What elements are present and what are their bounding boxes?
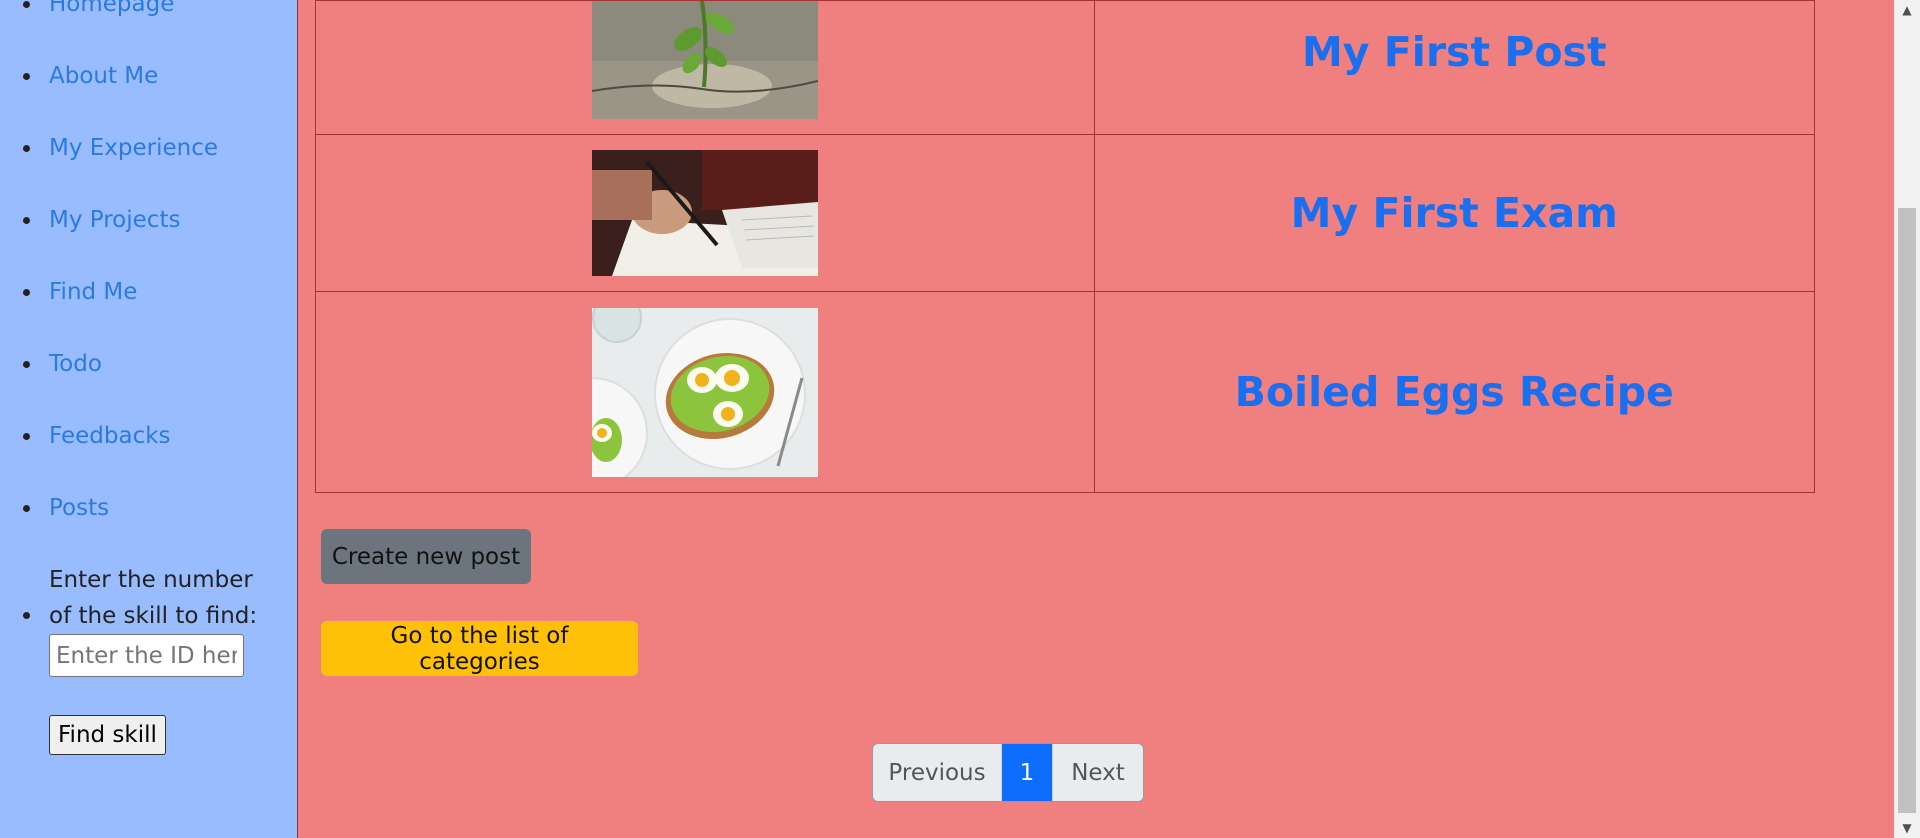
vertical-scrollbar[interactable]: ▲ ▼ (1894, 0, 1920, 838)
post-title-link[interactable]: Boiled Eggs Recipe (1235, 368, 1674, 416)
main-content: My First Post My First Exam Boiled Eggs … (298, 0, 1894, 838)
sidebar-link-posts[interactable]: Posts (49, 495, 109, 521)
categories-button[interactable]: Go to the list of categories (321, 621, 638, 676)
sidebar-nav: Homepage About Me My Experience My Proje… (0, 0, 298, 838)
pagination: Previous 1 Next (872, 743, 1144, 802)
post-image-cell (315, 291, 1095, 493)
post-title-link[interactable]: My First Post (1302, 28, 1607, 76)
sidebar-link-experience[interactable]: My Experience (49, 135, 218, 161)
scrollbar-thumb[interactable] (1898, 208, 1916, 813)
plant-sprout-image[interactable] (591, 0, 818, 119)
sidebar-link-feedbacks[interactable]: Feedbacks (49, 423, 171, 449)
sidebar-item-about: About Me (23, 58, 339, 130)
table-row: My First Exam (315, 134, 1816, 292)
posts-table: My First Post My First Exam Boiled Eggs … (315, 0, 1816, 493)
sidebar-item-feedbacks: Feedbacks (23, 418, 339, 490)
sidebar-item-homepage: Homepage (23, 0, 339, 58)
sidebar-item-find-me: Find Me (23, 274, 339, 346)
next-page-button[interactable]: Next (1052, 744, 1143, 801)
sidebar-link-homepage[interactable]: Homepage (49, 0, 174, 17)
skill-search-label: Enter the number of the skill to find: (49, 567, 258, 629)
page-1-button[interactable]: 1 (1002, 744, 1052, 801)
post-title-cell: My First Post (1093, 0, 1816, 135)
post-title-cell: My First Exam (1093, 134, 1816, 292)
post-title-cell: Boiled Eggs Recipe (1093, 291, 1816, 493)
create-post-button[interactable]: Create new post (321, 529, 531, 584)
sidebar-item-experience: My Experience (23, 130, 339, 202)
sidebar-link-find-me[interactable]: Find Me (49, 279, 137, 305)
skill-id-input[interactable] (49, 634, 244, 677)
table-row: Boiled Eggs Recipe (315, 291, 1816, 493)
sidebar-link-todo[interactable]: Todo (49, 351, 102, 377)
find-skill-button[interactable]: Find skill (49, 715, 166, 755)
sidebar-item-posts: Posts (23, 490, 339, 562)
sidebar-item-todo: Todo (23, 346, 339, 418)
writing-exam-image[interactable] (591, 150, 818, 276)
egg-avocado-toast-image[interactable] (591, 307, 818, 477)
post-image-cell (315, 0, 1095, 135)
post-image-cell (315, 134, 1095, 292)
sidebar-link-projects[interactable]: My Projects (49, 207, 180, 233)
skill-search-form: Enter the number of the skill to find: F… (23, 562, 339, 755)
post-title-link[interactable]: My First Exam (1291, 189, 1618, 237)
sidebar-item-projects: My Projects (23, 202, 339, 274)
scroll-up-arrow-icon[interactable]: ▲ (1894, 0, 1920, 20)
table-row: My First Post (315, 0, 1816, 135)
sidebar-link-about[interactable]: About Me (49, 63, 158, 89)
previous-page-button[interactable]: Previous (873, 744, 1002, 801)
sidebar-list: Homepage About Me My Experience My Proje… (0, 0, 339, 755)
scroll-down-arrow-icon[interactable]: ▼ (1894, 818, 1920, 838)
